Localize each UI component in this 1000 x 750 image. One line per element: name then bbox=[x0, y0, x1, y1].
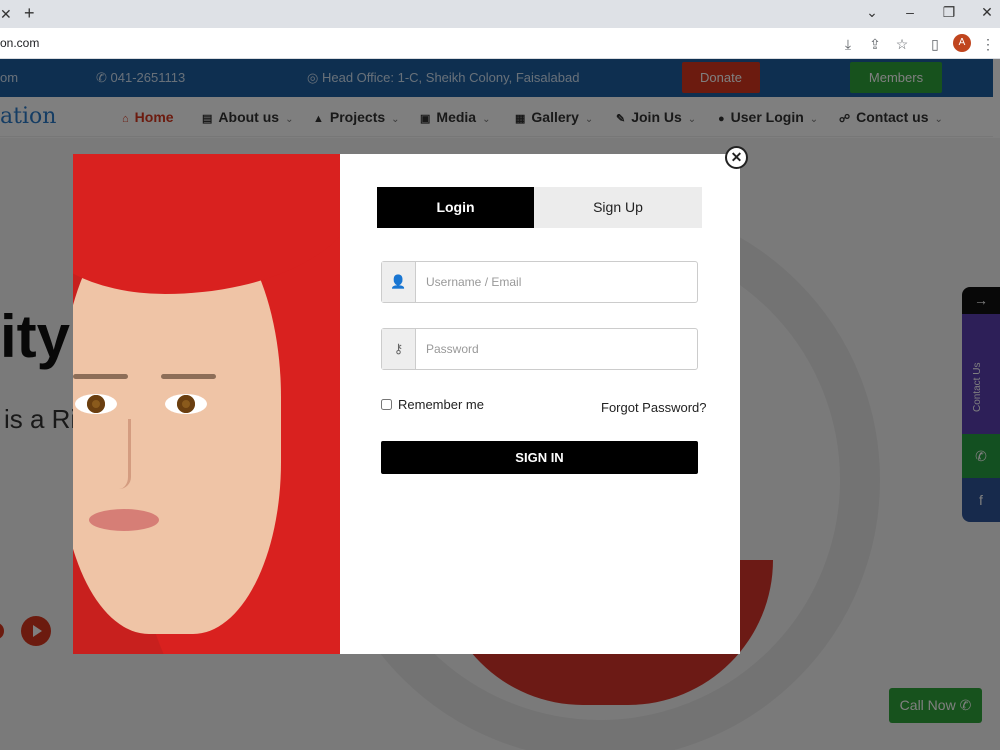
sidepanel-icon[interactable]: ▯ bbox=[926, 35, 944, 53]
password-input[interactable] bbox=[416, 329, 697, 369]
key-icon: ⚷ bbox=[382, 329, 416, 369]
photo-eye bbox=[165, 394, 207, 414]
share-icon[interactable]: ⇪ bbox=[866, 35, 884, 53]
modal-photo bbox=[73, 154, 340, 654]
close-tab-icon[interactable]: ✕ bbox=[0, 6, 12, 23]
photo-brow bbox=[161, 374, 216, 379]
close-window-icon[interactable]: ✕ bbox=[975, 4, 999, 21]
url-text[interactable]: on.com bbox=[0, 36, 39, 50]
minimize-icon[interactable]: – bbox=[898, 4, 922, 20]
install-icon[interactable]: ⤓ bbox=[839, 35, 857, 53]
password-field[interactable]: ⚷ bbox=[381, 328, 698, 370]
username-field[interactable]: 👤 bbox=[381, 261, 698, 303]
photo-eye bbox=[75, 394, 117, 414]
forgot-password-link[interactable]: Forgot Password? bbox=[601, 400, 707, 415]
remember-checkbox[interactable] bbox=[381, 399, 392, 410]
new-tab-icon[interactable]: + bbox=[24, 3, 35, 24]
photo-brow bbox=[73, 374, 128, 379]
restore-icon[interactable]: ❐ bbox=[937, 4, 961, 21]
menu-icon[interactable]: ⋮ bbox=[979, 35, 997, 53]
photo-nose bbox=[109, 419, 131, 489]
username-input[interactable] bbox=[416, 262, 697, 302]
user-icon: 👤 bbox=[382, 262, 416, 302]
tab-signup[interactable]: Sign Up bbox=[534, 187, 702, 228]
star-icon[interactable]: ☆ bbox=[893, 35, 911, 53]
sign-in-button[interactable]: SIGN IN bbox=[381, 441, 698, 474]
avatar[interactable]: A bbox=[953, 34, 971, 52]
address-bar[interactable]: on.com ⤓ ⇪ ☆ ▯ ⋮ bbox=[0, 28, 1000, 59]
photo-mouth bbox=[89, 509, 159, 531]
chevron-down-icon[interactable]: ⌄ bbox=[860, 4, 884, 21]
remember-me[interactable]: Remember me bbox=[381, 397, 484, 412]
close-icon[interactable]: ✕ bbox=[725, 146, 748, 169]
browser-tab-bar: ✕ + ⌄ – ❐ ✕ bbox=[0, 0, 1000, 28]
tab-login[interactable]: Login bbox=[377, 187, 534, 228]
remember-label: Remember me bbox=[398, 397, 484, 412]
